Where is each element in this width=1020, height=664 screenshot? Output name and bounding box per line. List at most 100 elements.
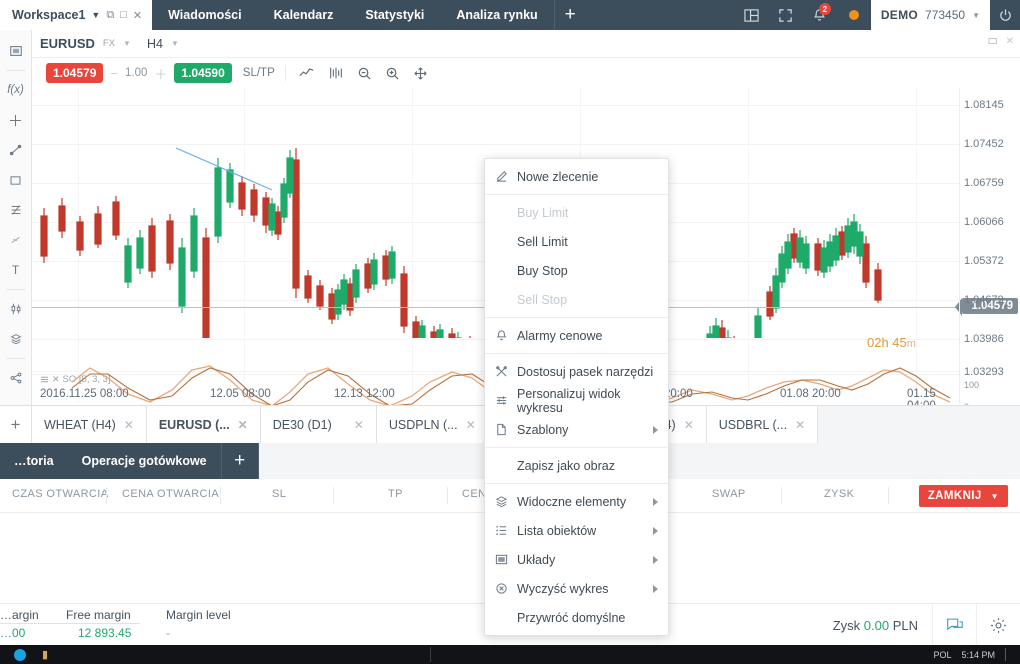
menu-item-zapisz-jako-obraz[interactable]: Zapisz jako obraz <box>485 451 668 480</box>
text-tool-icon[interactable]: T <box>0 255 32 285</box>
taskbar-language[interactable]: POL <box>933 650 951 660</box>
close-icon[interactable]: ✕ <box>466 418 476 432</box>
menu-item-personalizuj-widok-wykresu[interactable]: Personalizuj widok wykresu <box>485 386 668 415</box>
chart-tab-de30[interactable]: DE30 (D1) ✕ <box>260 406 377 443</box>
nav-analiza-rynku[interactable]: Analiza rynku <box>440 0 553 30</box>
pitchfork-icon[interactable] <box>0 225 32 255</box>
chevron-down-icon[interactable]: ▼ <box>171 39 179 48</box>
close-icon[interactable]: ✕ <box>238 418 248 432</box>
chart-tab-label: USDBRL (... <box>718 417 788 432</box>
gear-icon[interactable] <box>976 604 1020 646</box>
menu-item-buy-stop[interactable]: Buy Stop <box>485 256 668 285</box>
add-chart-tab-button[interactable]: + <box>0 406 32 443</box>
add-plus-icon[interactable]: ＋ <box>0 105 32 135</box>
close-icon[interactable]: ✕ <box>795 418 805 432</box>
account-number: 773450 <box>925 8 966 22</box>
column-header-czas-otwarcia[interactable]: CZAS OTWARCIA <box>12 488 108 500</box>
menu-item-szablony[interactable]: Szablony <box>485 415 668 444</box>
menu-item-przywroc-domyslne[interactable]: Przywróć domyślne <box>485 603 668 632</box>
taskbar-clock[interactable]: 5:14 PM <box>961 650 995 660</box>
browser-taskbar-icon[interactable] <box>14 648 26 661</box>
fibonacci-icon[interactable] <box>0 195 32 225</box>
menu-item-lista-obiektow[interactable]: Lista obiektów <box>485 516 668 545</box>
total-profit: Zysk 0.00 PLN <box>833 618 932 633</box>
countdown-value: 02h 45 <box>867 335 907 350</box>
nav-statystyki[interactable]: Statystyki <box>349 0 440 30</box>
chat-icon[interactable] <box>932 604 976 646</box>
add-tab-button[interactable]: + <box>553 0 586 30</box>
layout-icon[interactable] <box>735 0 769 30</box>
account-selector[interactable]: DEMO 773450 ▼ <box>870 0 990 30</box>
show-desktop-button[interactable] <box>1005 648 1012 661</box>
fullscreen-icon[interactable] <box>769 0 803 30</box>
time-tick: 12.05 08:00 <box>210 388 271 400</box>
app-taskbar-icon[interactable]: ▮ <box>42 648 48 661</box>
chevron-down-icon[interactable]: ▼ <box>972 11 980 20</box>
candles-icon[interactable] <box>0 294 32 324</box>
zoom-in-icon[interactable] <box>382 66 403 81</box>
volume-value[interactable]: 1.00 <box>125 67 147 79</box>
maximize-icon[interactable]: □ <box>120 9 127 21</box>
chart-timeframe-label[interactable]: H4 <box>147 37 163 51</box>
menu-item-dostosuj-pasek-narzedzi[interactable]: Dostosuj pasek narzędzi <box>485 357 668 386</box>
chart-tab-eurusd[interactable]: EURUSD (... ✕ <box>146 406 261 443</box>
chart-tab-wheat[interactable]: WHEAT (H4) ✕ <box>32 406 147 443</box>
chart-symbol-label[interactable]: EURUSD <box>40 36 95 51</box>
nav-kalendarz[interactable]: Kalendarz <box>258 0 350 30</box>
menu-item-alarmy-cenowe[interactable]: Alarmy cenowe <box>485 321 668 350</box>
bottom-tab-operacje-gotowkowe[interactable]: Operacje gotówkowe <box>68 443 221 479</box>
rectangle-icon[interactable] <box>0 165 32 195</box>
power-icon[interactable] <box>990 0 1020 30</box>
add-bottom-tab-button[interactable]: + <box>220 443 259 479</box>
minimize-icon[interactable] <box>987 36 998 49</box>
close-icon[interactable]: ✕ <box>340 418 364 432</box>
chevron-down-icon[interactable]: ▼ <box>91 10 100 20</box>
close-icon[interactable]: ✕ <box>1006 36 1014 49</box>
zoom-out-icon[interactable] <box>354 66 375 81</box>
menu-item-sell-limit[interactable]: Sell Limit <box>485 227 668 256</box>
price-axis[interactable]: 1.08145 1.07452 1.06759 1.06066 1.05372 … <box>960 88 1020 412</box>
notifications-bell-icon[interactable]: 2 <box>803 0 837 30</box>
crosshair-cursor-icon[interactable] <box>0 36 32 66</box>
volume-decrease-button[interactable]: − <box>110 66 118 81</box>
chart-tab-usdpln[interactable]: USDPLN (... ✕ <box>376 406 489 443</box>
chart-context-menu[interactable]: Nowe zlecenie Buy Limit Sell Limit Buy S… <box>484 158 669 636</box>
column-header-zysk[interactable]: ZYSK <box>824 488 854 500</box>
close-icon[interactable]: ✕ <box>124 418 134 432</box>
layers-icon[interactable] <box>0 324 32 354</box>
buy-price-button[interactable]: 1.04590 <box>174 63 232 83</box>
sell-price-button[interactable]: 1.04579 <box>46 63 104 83</box>
sltp-toggle[interactable]: SL/TP <box>243 67 275 79</box>
chart-tab-usdbrl[interactable]: USDBRL (... ✕ <box>706 406 819 443</box>
chart-tab-label: WHEAT (H4) <box>44 417 116 432</box>
trendline-icon[interactable] <box>0 135 32 165</box>
workspace-tab[interactable]: Workspace1 ▼ ⧉ □ ✕ <box>0 0 153 30</box>
status-value-margin: …00 <box>0 626 26 640</box>
pan-move-icon[interactable] <box>410 66 431 81</box>
share-icon[interactable] <box>0 363 32 393</box>
menu-item-label: Buy Stop <box>517 263 568 278</box>
column-header-cena-otwarcia[interactable]: CENA OTWARCIA <box>122 488 219 500</box>
volume-increase-button[interactable]: ＋ <box>154 64 167 83</box>
column-header-sl[interactable]: SL <box>272 488 286 500</box>
menu-item-nowe-zlecenie[interactable]: Nowe zlecenie <box>485 162 668 191</box>
nav-wiadomosci[interactable]: Wiadomości <box>152 0 258 30</box>
menu-item-widoczne-elementy[interactable]: Widoczne elementy <box>485 487 668 516</box>
sliders-icon <box>495 394 517 407</box>
menu-item-label: Alarmy cenowe <box>517 328 603 343</box>
indicator-settings-icon[interactable] <box>325 66 347 80</box>
menu-item-uklady[interactable]: Układy <box>485 545 668 574</box>
restore-icon[interactable]: ⧉ <box>106 9 114 22</box>
chevron-down-icon[interactable]: ▼ <box>991 492 999 501</box>
column-header-swap[interactable]: SWAP <box>712 488 746 500</box>
chevron-down-icon[interactable]: ▼ <box>123 39 131 48</box>
indicators-fx-icon[interactable]: f(x) <box>0 75 32 105</box>
column-header-tp[interactable]: TP <box>388 488 403 500</box>
menu-item-wyczysc-wykres[interactable]: Wyczyść wykres <box>485 574 668 603</box>
close-icon[interactable]: ✕ <box>684 418 694 432</box>
close-icon[interactable]: ✕ <box>133 9 142 22</box>
chart-type-line-icon[interactable] <box>296 66 318 80</box>
profit-value: 0.00 <box>863 617 890 633</box>
close-all-positions-button[interactable]: ZAMKNIJ ▼ <box>918 485 1008 507</box>
bottom-tab-historia[interactable]: …toria <box>0 443 68 479</box>
